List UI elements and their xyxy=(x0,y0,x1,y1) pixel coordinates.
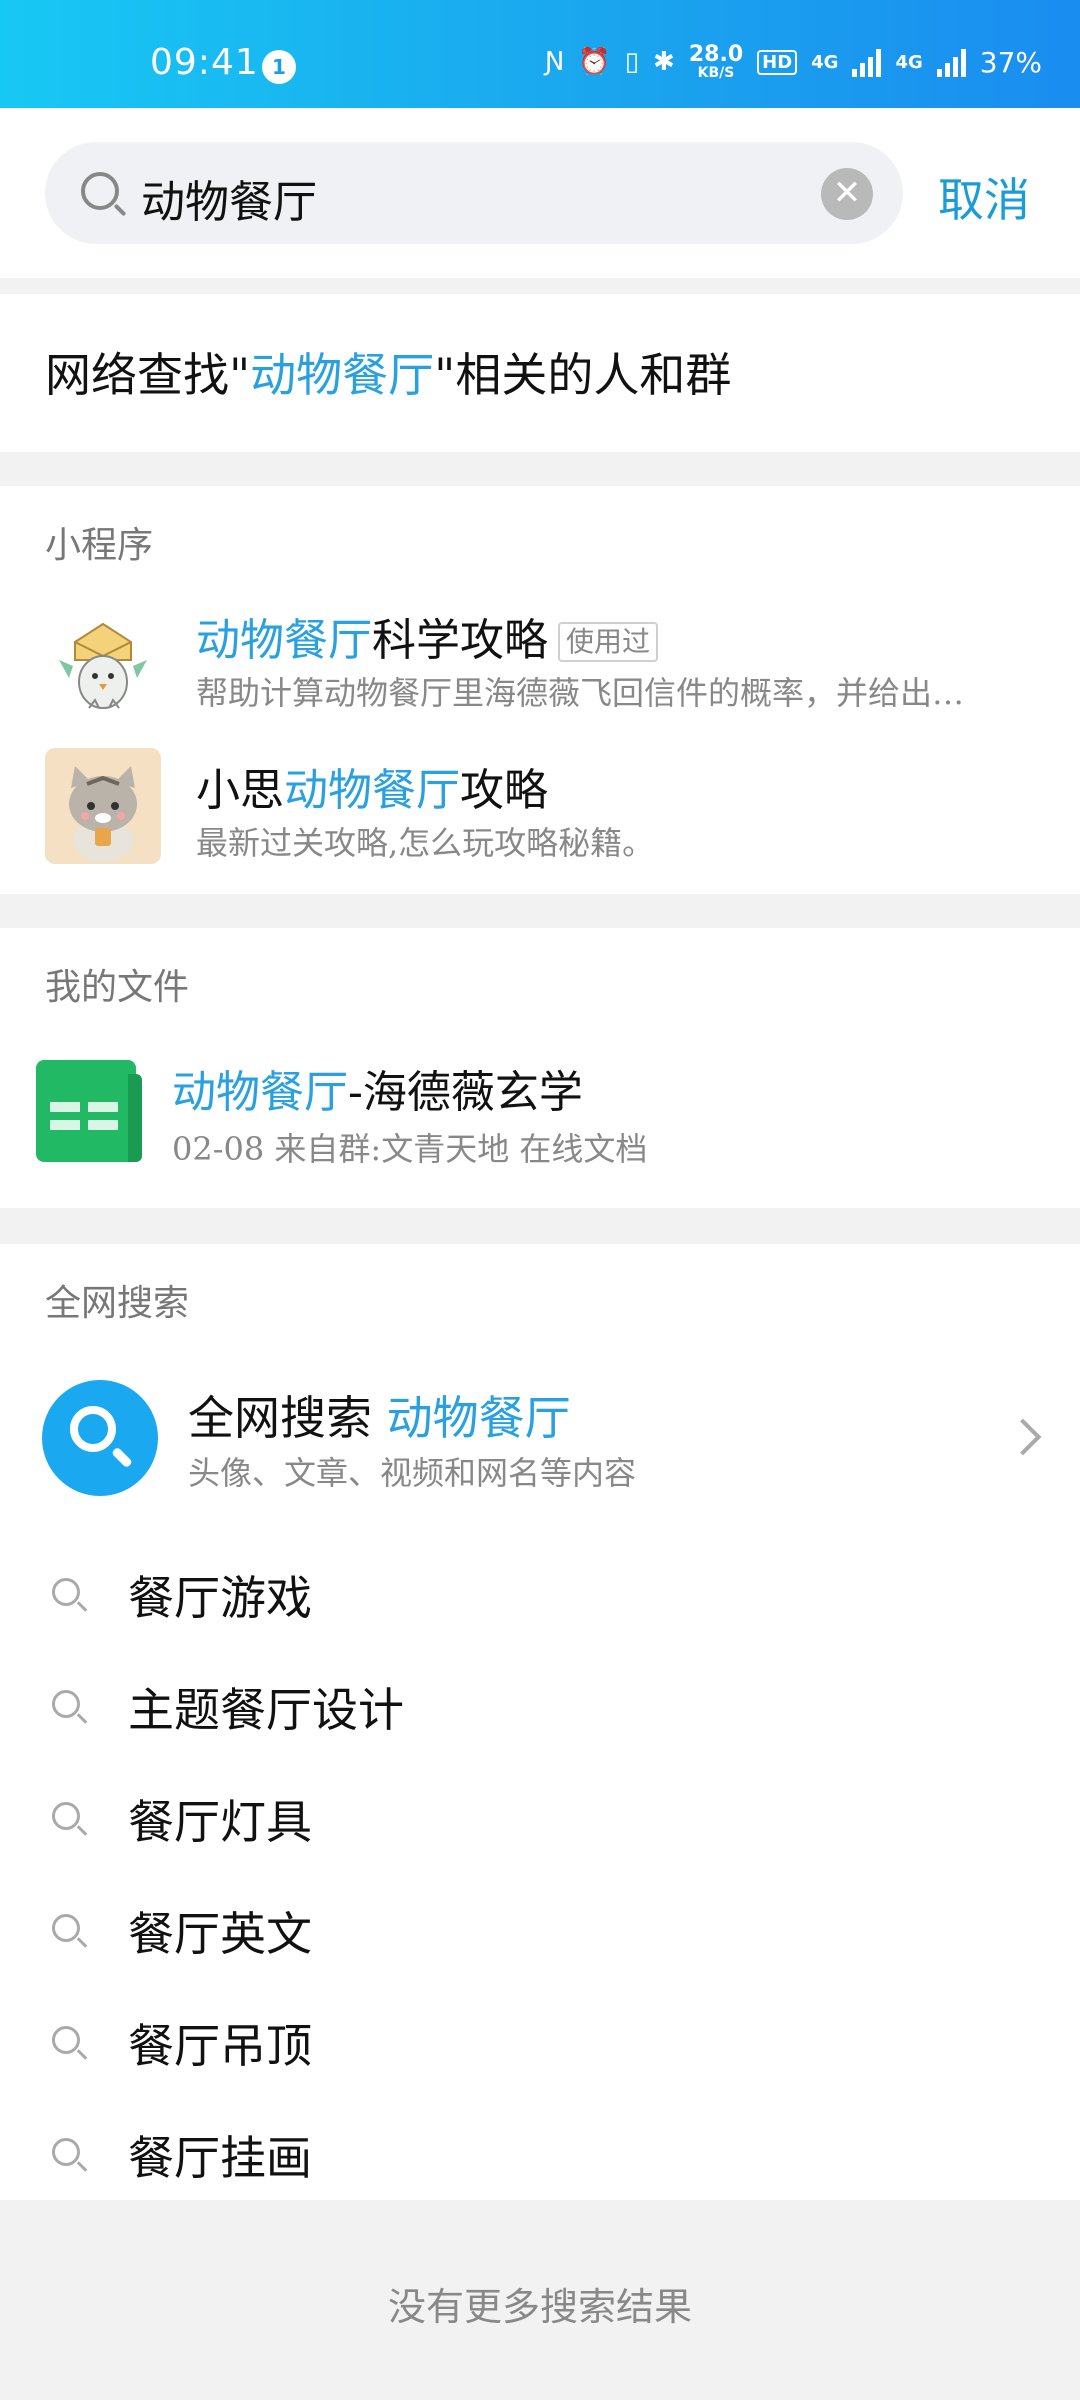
suggestion-text: 餐厅吊顶 xyxy=(128,2019,312,2073)
file-title-highlight: 动物餐厅 xyxy=(172,1067,348,1118)
suggestion-item[interactable]: 餐厅吊顶 xyxy=(0,1986,1080,2098)
cancel-button[interactable]: 取消 xyxy=(938,164,1030,230)
net-speed-value: 28.0 xyxy=(688,42,744,67)
search-icon xyxy=(52,2138,80,2166)
status-time: 09:41 xyxy=(150,42,259,83)
web-search-title-prefix: 全网搜索 xyxy=(188,1391,387,1445)
mini-program-title-highlight: 动物餐厅 xyxy=(284,765,460,816)
file-title: 动物餐厅-海德薇玄学 xyxy=(172,1056,583,1120)
web-search-keyword: 动物餐厅 xyxy=(386,1391,571,1445)
section-title-mini-programs: 小程序 xyxy=(45,525,154,566)
suggestion-text: 餐厅游戏 xyxy=(128,1571,312,1625)
web-search-title: 全网搜索 动物餐厅 xyxy=(188,1382,571,1448)
search-header: 动物餐厅 ✕ 取消 xyxy=(0,108,1080,278)
status-bar: 09:41 1 Ɲ ⏰ ▯ ✱ 28.0 KB/S HD 4G 4G 37% xyxy=(0,0,1080,108)
spreadsheet-icon xyxy=(36,1060,142,1162)
web-search-icon xyxy=(42,1380,158,1496)
web-search-section: 全网搜索 全网搜索 动物餐厅 头像、文章、视频和网名等内容 餐厅游戏 主题餐厅设… xyxy=(0,1244,1080,2200)
search-icon xyxy=(52,1690,80,1718)
mini-program-title-rest: 攻略 xyxy=(460,765,548,816)
vibrate-icon: ▯ xyxy=(624,47,640,77)
mini-program-title-rest: 科学攻略 xyxy=(372,615,548,666)
suggestion-item[interactable]: 餐厅挂画 xyxy=(0,2098,1080,2210)
mini-program-subtitle: 最新过关攻略,怎么玩攻略秘籍。 xyxy=(196,824,655,862)
net-speed-unit: KB/S xyxy=(697,65,735,81)
nfc-icon: Ɲ xyxy=(544,47,565,77)
chevron-right-icon xyxy=(1004,1418,1042,1456)
search-icon xyxy=(81,172,119,210)
used-tag: 使用过 xyxy=(558,622,659,662)
search-input[interactable]: 动物餐厅 ✕ xyxy=(45,142,903,244)
suggestion-item[interactable]: 餐厅灯具 xyxy=(0,1762,1080,1874)
network-find-text: 网络查找"动物餐厅"相关的人和群 xyxy=(45,339,731,405)
search-query[interactable]: 动物餐厅 xyxy=(141,166,317,230)
network-find-prefix: 网络查找" xyxy=(45,348,251,402)
mini-program-item[interactable]: 小思动物餐厅攻略 最新过关攻略,怎么玩攻略秘籍。 xyxy=(0,742,1080,882)
network-find-suffix: "相关的人和群 xyxy=(434,348,732,402)
mini-program-title: 动物餐厅科学攻略 使用过 xyxy=(196,604,659,668)
network-find-keyword: 动物餐厅 xyxy=(250,348,435,402)
clear-button[interactable]: ✕ xyxy=(821,168,873,220)
suggestion-item[interactable]: 餐厅英文 xyxy=(0,1874,1080,1986)
mini-programs-section: 小程序 动物餐厅科学攻略 使用过 帮助计算动物餐厅里海德薇飞回信件的概率，并给出… xyxy=(0,486,1080,894)
suggestion-text: 主题餐厅设计 xyxy=(128,1683,404,1737)
search-icon xyxy=(52,1578,80,1606)
suggestion-text: 餐厅灯具 xyxy=(128,1795,312,1849)
section-title-my-files: 我的文件 xyxy=(45,967,190,1008)
suggestion-text: 餐厅挂画 xyxy=(128,2131,312,2185)
mini-program-title: 小思动物餐厅攻略 xyxy=(196,754,548,818)
owl-avatar-icon xyxy=(45,604,161,720)
cat-avatar-icon xyxy=(45,748,161,864)
alarm-icon: ⏰ xyxy=(578,47,611,77)
net-speed: 28.0 KB/S xyxy=(688,42,744,81)
bluetooth-icon: ✱ xyxy=(653,47,675,77)
search-icon xyxy=(52,2026,80,2054)
web-search-subtitle: 头像、文章、视频和网名等内容 xyxy=(188,1454,637,1492)
signal-icon xyxy=(852,47,882,77)
hd-icon: HD xyxy=(757,49,798,75)
my-files-section: 我的文件 动物餐厅-海德薇玄学 02-08 来自群:文青天地 在线文档 xyxy=(0,928,1080,1208)
network-type-2: 4G xyxy=(895,51,923,73)
file-title-rest: -海德薇玄学 xyxy=(348,1067,583,1118)
status-icons: Ɲ ⏰ ▯ ✱ 28.0 KB/S HD 4G 4G 37% xyxy=(544,42,1042,81)
section-title-web-search: 全网搜索 xyxy=(45,1283,190,1324)
mini-program-item[interactable]: 动物餐厅科学攻略 使用过 帮助计算动物餐厅里海德薇飞回信件的概率，并给出… xyxy=(0,592,1080,732)
no-more-results-text: 没有更多搜索结果 xyxy=(387,2285,692,2329)
suggestion-item[interactable]: 主题餐厅设计 xyxy=(0,1650,1080,1762)
mini-program-title-prefix: 小思 xyxy=(196,765,284,816)
search-icon xyxy=(52,1802,80,1830)
file-subtitle: 02-08 来自群:文青天地 在线文档 xyxy=(172,1130,648,1168)
network-find-row[interactable]: 网络查找"动物餐厅"相关的人和群 xyxy=(0,294,1080,452)
results-footer: 没有更多搜索结果 xyxy=(0,2200,1080,2400)
suggestion-item[interactable]: 餐厅游戏 xyxy=(0,1538,1080,1650)
mini-program-subtitle: 帮助计算动物餐厅里海德薇飞回信件的概率，并给出… xyxy=(196,674,965,712)
search-icon xyxy=(52,1914,80,1942)
notification-badge: 1 xyxy=(262,50,296,84)
mini-program-title-highlight: 动物餐厅 xyxy=(196,615,372,666)
network-type-1: 4G xyxy=(811,51,839,73)
battery-level: 37% xyxy=(979,45,1042,79)
suggestion-text: 餐厅英文 xyxy=(128,1907,312,1961)
signal-icon-2 xyxy=(936,47,966,77)
